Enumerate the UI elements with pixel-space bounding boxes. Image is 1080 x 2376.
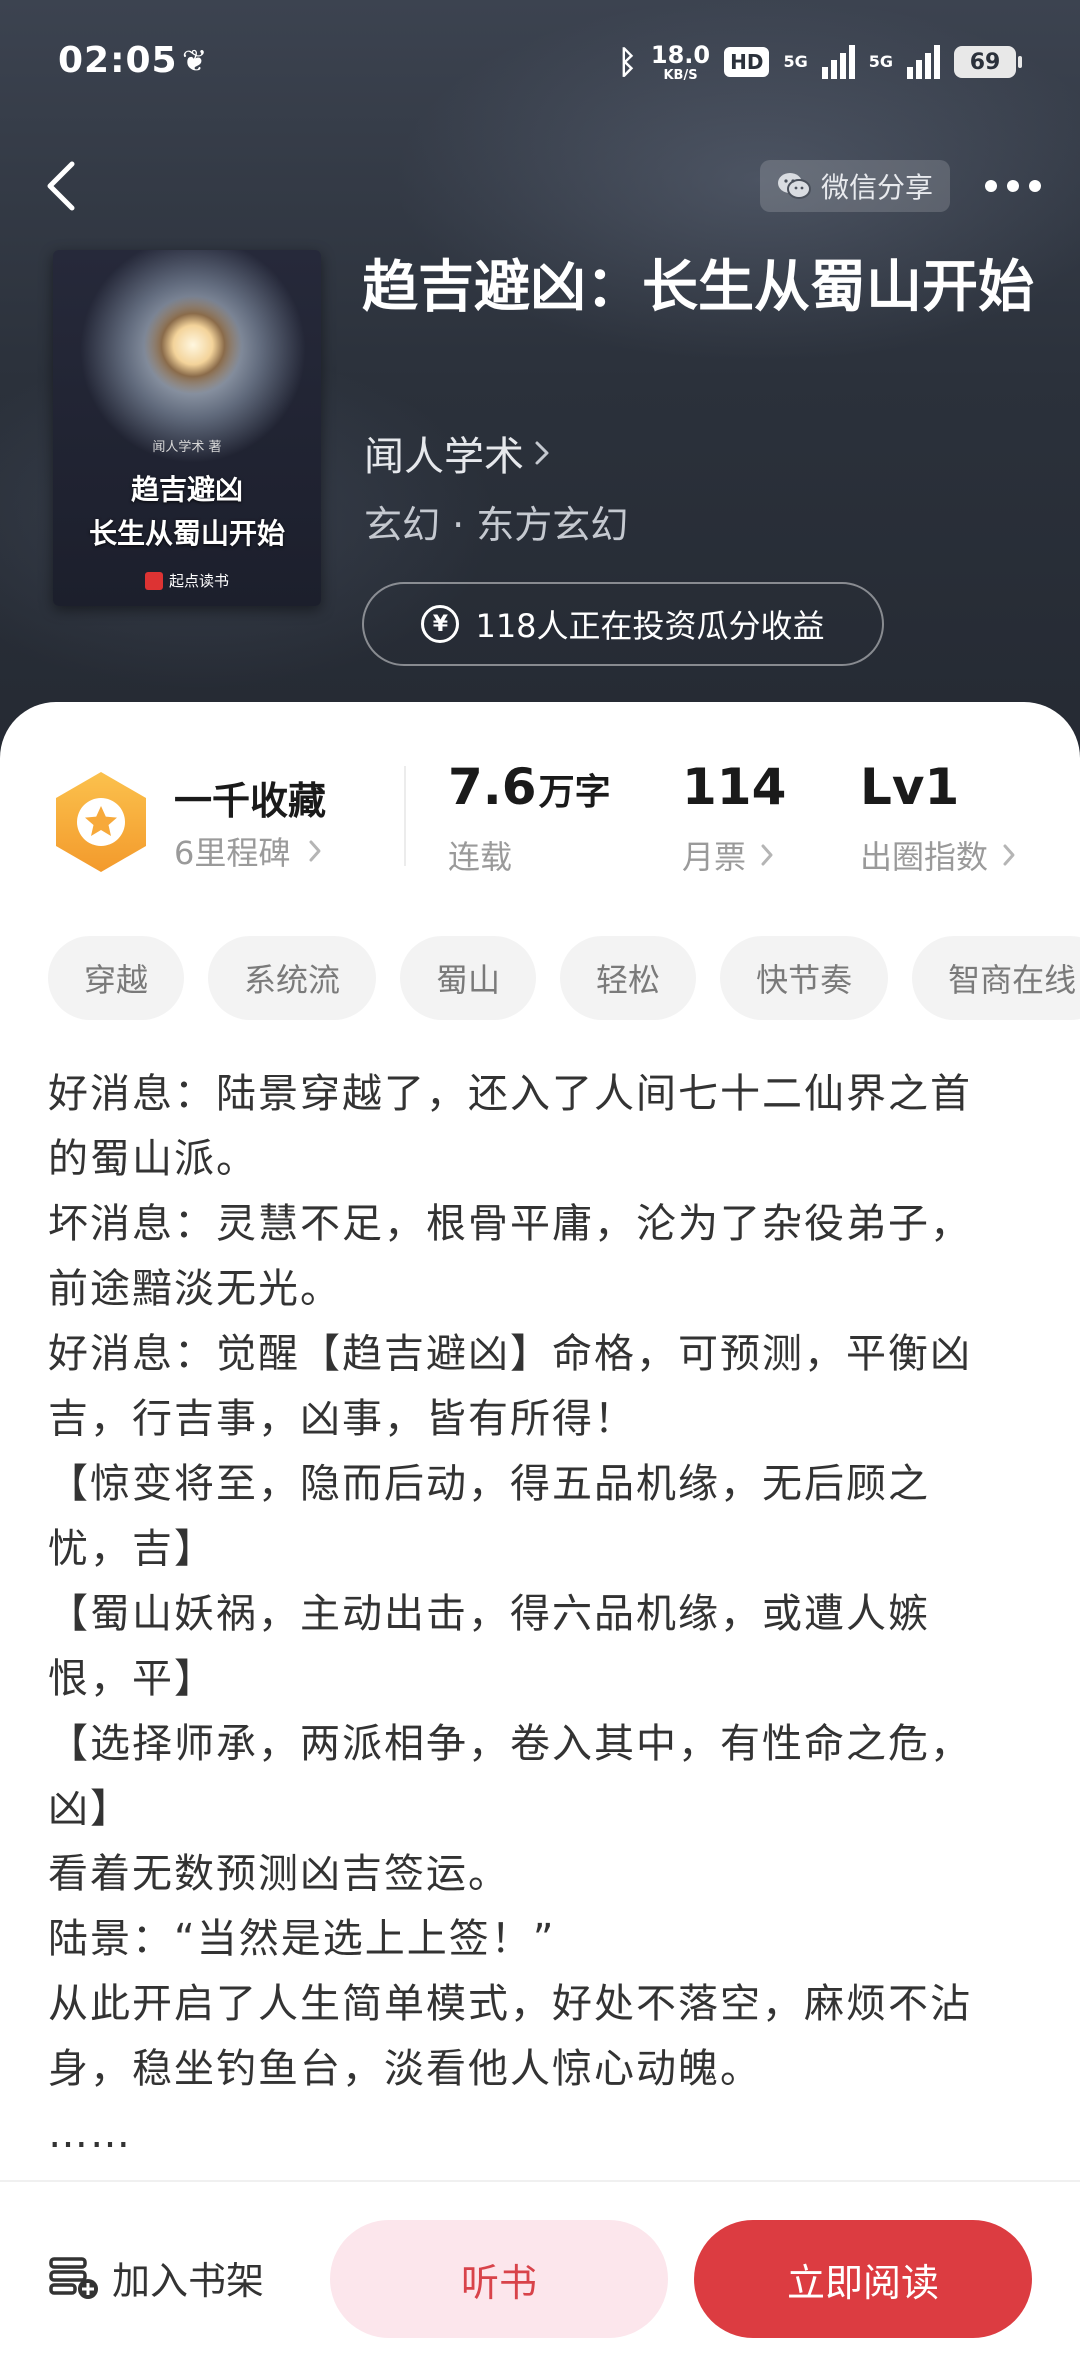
tag-chip[interactable]: 轻松 <box>560 936 697 1020</box>
hd-voice-icon: HD <box>724 47 770 77</box>
word-count-value: 7.6 万字 <box>448 758 611 816</box>
bluetooth-icon: ᛒ <box>617 43 637 81</box>
synopsis-paragraph: 【惊变将至，隐而后动，得五品机缘，无后顾之忧，吉】 <box>48 1461 930 1572</box>
tag-chip[interactable]: 快节奏 <box>720 936 889 1020</box>
milestone-count: 6里程碑 <box>174 834 291 872</box>
level-label: 出圈指数 <box>860 838 989 876</box>
synopsis-paragraph: …… <box>48 2111 132 2157</box>
more-options-button[interactable] <box>978 166 1048 206</box>
status-indicators: ᛒ 18.0 KB/S HD 5G 5G 69 <box>617 40 1022 84</box>
cover-title-line2: 长生从蜀山开始 <box>88 517 285 550</box>
more-dot-icon <box>1029 180 1041 192</box>
synopsis-paragraph: 坏消息：灵慧不足，根骨平庸，沦为了杂役弟子，前途黯淡无光。 <box>48 1201 972 1312</box>
sim1-signal-icon <box>821 45 855 79</box>
network-speed-unit: KB/S <box>663 67 698 83</box>
add-to-shelf-label: 加入书架 <box>112 2259 265 2303</box>
milestone-badge-icon[interactable] <box>52 770 150 874</box>
author-link[interactable]: 闻人学术 <box>364 424 550 482</box>
more-dot-icon <box>1007 180 1019 192</box>
book-cover[interactable]: 闻人学术 著 趋吉避凶 长生从蜀山开始 起点读书 <box>53 250 321 606</box>
monthly-votes-link[interactable]: 月票 <box>682 832 774 878</box>
invest-button[interactable]: ¥ 118人正在投资瓜分收益 <box>362 582 884 666</box>
synopsis-paragraph: 好消息：觉醒【趋吉避凶】命格，可预测，平衡凶吉，行吉事，凶事，皆有所得！ <box>48 1331 972 1442</box>
milestone-title: 一千收藏 <box>174 779 327 823</box>
cover-title-line1: 趋吉避凶 <box>130 473 243 506</box>
milestone-link[interactable]: 6里程碑 <box>174 828 322 874</box>
synopsis-paragraph: 陆景：“当然是选上上签！” <box>48 1916 556 1962</box>
level-value: Lv1 <box>860 758 960 816</box>
level-link[interactable]: 出圈指数 <box>860 832 1016 878</box>
network-speed: 18.0 KB/S <box>651 43 710 82</box>
synopsis-paragraph: 从此开启了人生简单模式，好处不落空，麻烦不沾身，稳坐钓鱼台，淡看他人惊心动魄。 <box>48 1981 972 2092</box>
synopsis-paragraph: 好消息：陆景穿越了，还入了人间七十二仙界之首的蜀山派。 <box>48 1071 972 1182</box>
word-count-number: 7.6 <box>448 758 537 816</box>
book-title: 趋吉避凶：长生从蜀山开始 <box>362 254 1034 320</box>
tag-chip[interactable]: 穿越 <box>48 936 185 1020</box>
tag-list: 穿越 系统流 蜀山 轻松 快节奏 智商在线 <box>48 936 1080 1020</box>
tag-chip[interactable]: 蜀山 <box>400 936 537 1020</box>
author-name: 闻人学术 <box>364 434 524 480</box>
tag-chip[interactable]: 系统流 <box>208 936 377 1020</box>
status-time: 02:05 <box>58 40 178 81</box>
synopsis-paragraph: 【选择师承，两派相争，卷入其中，有性命之危，凶】 <box>48 1721 972 1832</box>
synopsis-paragraph: 【蜀山妖祸，主动出击，得六品机缘，或遭人嫉恨，平】 <box>48 1591 930 1702</box>
read-now-button[interactable]: 立即阅读 <box>694 2220 1032 2338</box>
publisher-logo-icon <box>144 571 163 590</box>
chevron-right-icon <box>535 441 549 465</box>
monthly-votes-value: 114 <box>682 758 787 816</box>
battery-level: 69 <box>969 49 1001 75</box>
tag-chip[interactable]: 智商在线 <box>912 936 1080 1020</box>
add-to-shelf-button[interactable]: 加入书架 <box>48 2250 264 2305</box>
synopsis-paragraph: 看着无数预测凶吉签运。 <box>48 1851 510 1897</box>
wechat-share-label: 微信分享 <box>820 171 933 204</box>
monthly-votes-label: 月票 <box>682 838 747 876</box>
chevron-right-icon <box>1003 844 1015 866</box>
chevron-right-icon <box>309 840 321 862</box>
cover-author-text: 闻人学术 著 <box>152 440 222 455</box>
sim2-network-type: 5G <box>868 52 893 71</box>
cover-publisher: 起点读书 <box>53 570 321 591</box>
listen-button[interactable]: 听书 <box>330 2220 668 2338</box>
wechat-icon <box>777 173 811 199</box>
sim2-signal-icon <box>907 45 940 79</box>
book-synopsis[interactable]: 好消息：陆景穿越了，还入了人间七十二仙界之首的蜀山派。 坏消息：灵慧不足，根骨平… <box>48 1062 1008 2162</box>
network-speed-value: 18.0 <box>650 40 711 69</box>
serial-status-label: 连载 <box>448 838 513 876</box>
bookshelf-add-icon <box>49 2256 98 2299</box>
notification-app-icon: ❦ <box>182 44 208 79</box>
back-button[interactable] <box>30 156 90 216</box>
status-bar: 02:05 ❦ ᛒ 18.0 KB/S HD 5G 5G 69 <box>0 0 1080 120</box>
stats-divider <box>404 766 406 866</box>
cover-publisher-name: 起点读书 <box>168 572 229 590</box>
invest-label: 118人正在投资瓜分收益 <box>475 607 825 645</box>
chevron-right-icon <box>761 844 773 866</box>
yen-coin-icon: ¥ <box>421 605 460 643</box>
book-genre: 玄幻 · 东方玄幻 <box>364 503 629 547</box>
word-count-label: 连载 <box>448 832 512 878</box>
chevron-left-icon <box>47 161 75 211</box>
word-count-unit: 万字 <box>538 772 611 813</box>
book-detail-page: 02:05 ❦ ᛒ 18.0 KB/S HD 5G 5G 69 微信分享 闻人学… <box>0 0 1080 2376</box>
sim1-network-type: 5G <box>783 52 808 71</box>
battery-icon: 69 <box>954 46 1022 78</box>
more-dot-icon <box>985 180 997 192</box>
wechat-share-button[interactable]: 微信分享 <box>760 160 950 212</box>
